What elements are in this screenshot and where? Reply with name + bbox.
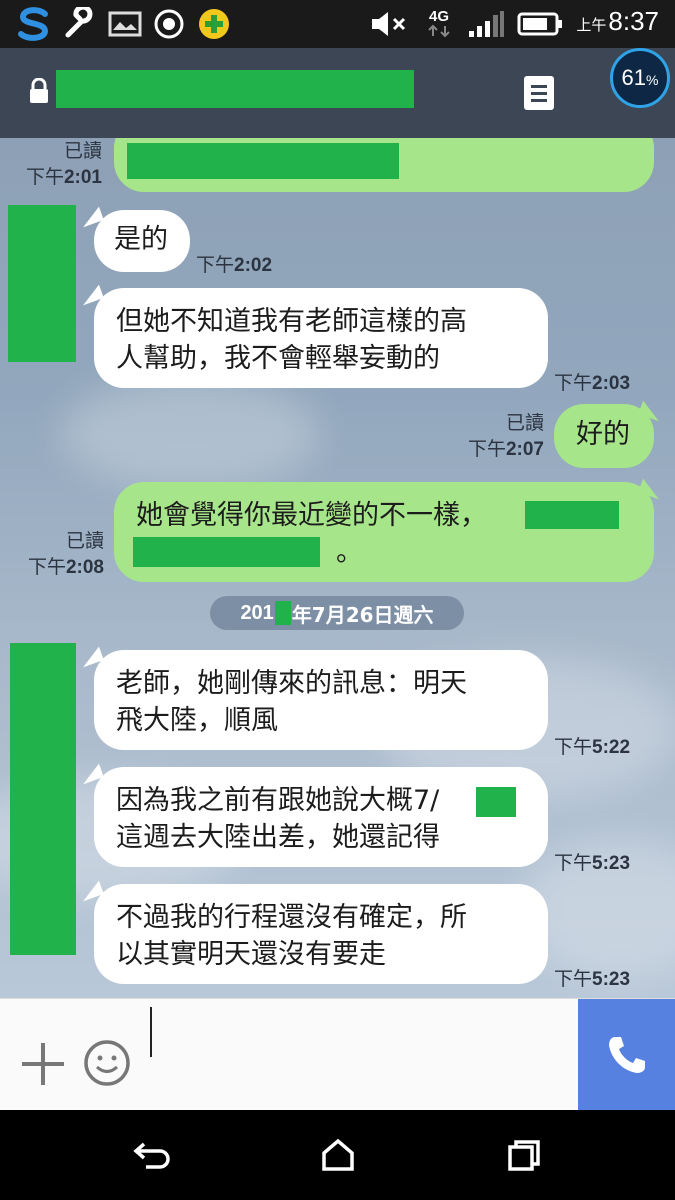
redacted-text bbox=[127, 143, 399, 179]
system-nav-bar bbox=[0, 1110, 675, 1200]
battery-percent-value: 61 bbox=[621, 65, 647, 90]
time-period: 下午 bbox=[25, 166, 64, 188]
chat-area[interactable]: 已讀 下午2:01 是的 下午2:02 但她不知道我有老師這樣的高 人幫助，我不… bbox=[0, 138, 675, 998]
call-button[interactable] bbox=[578, 999, 675, 1111]
read-receipt: 已讀 bbox=[65, 530, 104, 552]
message-bubble-incoming[interactable]: 但她不知道我有老師這樣的高 人幫助，我不會輕舉妄動的 bbox=[94, 288, 548, 388]
message-text: 飛大陸，順風 bbox=[116, 705, 278, 736]
chat-header bbox=[0, 48, 675, 138]
message-time: 2:01 bbox=[63, 167, 102, 188]
battery-percent-badge: 61% bbox=[610, 48, 670, 108]
message-text: 是的 bbox=[114, 224, 168, 255]
message-bubble-outgoing[interactable]: 好的 bbox=[554, 404, 654, 468]
clock-ampm: 上午 bbox=[576, 17, 607, 34]
network-4g-icon: 4G bbox=[422, 8, 456, 40]
emoji-icon[interactable] bbox=[83, 1039, 131, 1091]
lock-icon bbox=[28, 77, 50, 108]
message-bubble-incoming[interactable]: 老師，她剛傳來的訊息：明天 飛大陸，順風 bbox=[94, 650, 548, 750]
avatar[interactable] bbox=[8, 205, 76, 362]
chat-title-redacted bbox=[56, 70, 414, 108]
message-text: 。 bbox=[336, 537, 363, 568]
menu-list-icon[interactable] bbox=[524, 76, 554, 110]
phone-icon bbox=[608, 1037, 645, 1073]
date-separator: 201 年7月26日週六 bbox=[210, 596, 464, 630]
message-text: 以其實明天還沒有要走 bbox=[116, 939, 386, 970]
read-receipt: 已讀 bbox=[505, 412, 544, 434]
message-bubble-incoming[interactable]: 不過我的行程還沒有確定，所 以其實明天還沒有要走 bbox=[94, 884, 548, 984]
message-meta: 已讀 下午2:07 bbox=[454, 410, 544, 463]
plus-icon[interactable] bbox=[20, 1041, 66, 1091]
message-text: 不過我的行程還沒有確定，所 bbox=[116, 902, 467, 933]
redacted-text bbox=[476, 787, 516, 817]
read-receipt: 已讀 bbox=[63, 140, 102, 162]
home-icon[interactable] bbox=[320, 1138, 356, 1176]
redacted-text bbox=[274, 601, 291, 625]
battery-icon bbox=[516, 8, 564, 40]
message-text: 老師，她剛傳來的訊息：明天 bbox=[116, 668, 467, 699]
message-time: 下午2:03 bbox=[554, 372, 631, 394]
message-text: 但她不知道我有老師這樣的高 bbox=[116, 306, 467, 337]
swype-s-icon bbox=[14, 7, 54, 41]
message-text: 好的 bbox=[576, 419, 630, 450]
message-bubble-incoming[interactable]: 因為我之前有跟她說大概7/ 這週去大陸出差，她還記得 bbox=[94, 767, 548, 867]
status-bar: 4G 上午 8:37 bbox=[0, 0, 675, 48]
message-bubble-incoming[interactable]: 是的 bbox=[94, 210, 190, 272]
mute-icon bbox=[368, 8, 410, 40]
signal-icon bbox=[466, 8, 506, 40]
status-clock: 上午 8:37 bbox=[576, 6, 659, 37]
message-text: 這週去大陸出差，她還記得 bbox=[116, 822, 440, 853]
redacted-text bbox=[525, 501, 619, 529]
message-time: 下午5:22 bbox=[554, 736, 631, 758]
avatar[interactable] bbox=[10, 643, 76, 955]
battery-percent-unit: % bbox=[646, 72, 659, 88]
message-input-bar bbox=[0, 998, 675, 1111]
message-time: 下午2:02 bbox=[196, 254, 273, 276]
message-text: 因為我之前有跟她說大概7/ bbox=[116, 785, 440, 816]
message-meta: 已讀 下午2:08 bbox=[14, 528, 104, 581]
message-time: 下午5:23 bbox=[554, 968, 631, 990]
message-text: 人幫助，我不會輕舉妄動的 bbox=[116, 343, 440, 374]
redacted-text bbox=[133, 537, 320, 567]
wrench-icon bbox=[60, 7, 98, 40]
message-meta: 已讀 下午2:01 bbox=[14, 138, 102, 191]
message-bubble-outgoing[interactable]: 她會覺得你最近變的不一樣， 。 bbox=[114, 482, 654, 582]
picture-icon bbox=[106, 8, 144, 40]
back-icon[interactable] bbox=[132, 1138, 172, 1176]
security-plus-icon bbox=[196, 8, 232, 40]
record-icon bbox=[152, 8, 186, 40]
clock-time: 8:37 bbox=[608, 6, 659, 36]
recent-apps-icon[interactable] bbox=[506, 1138, 542, 1176]
message-time: 下午5:23 bbox=[554, 852, 631, 874]
message-input-field[interactable] bbox=[150, 1007, 152, 1057]
